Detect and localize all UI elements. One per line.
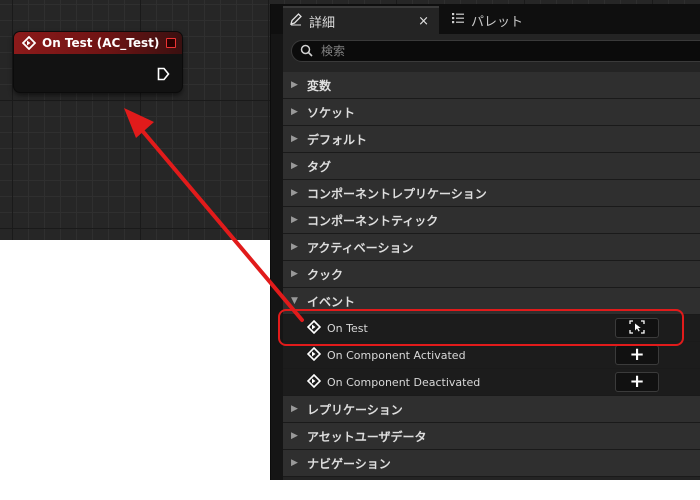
expand-arrow-icon: ▶ [291, 161, 298, 171]
plus-icon: + [629, 344, 645, 365]
go-to-node-button[interactable] [615, 318, 659, 338]
expand-arrow-icon: ▶ [291, 107, 298, 117]
plus-icon: + [629, 371, 645, 392]
tab-details-label: 詳細 [309, 15, 336, 31]
list-icon [451, 11, 465, 29]
event-node-header[interactable]: On Test (AC_Test) [14, 32, 182, 54]
collapse-arrow-icon: ▼ [291, 296, 298, 306]
property-rows: ▶ 変数 ▶ ソケット ▶ デフォルト ▶ タグ ▶ コンポーネントレプリケーシ… [283, 72, 700, 477]
tab-palette[interactable]: パレット [443, 6, 523, 34]
close-tab-button[interactable]: × [418, 14, 429, 29]
category-events[interactable]: ▼ イベント [283, 288, 700, 315]
tab-bar: 詳細 × パレット [271, 4, 700, 34]
event-row-on-test[interactable]: On Test [283, 315, 700, 342]
category-navigation[interactable]: ▶ ナビゲーション [283, 450, 700, 477]
search-box[interactable] [291, 40, 700, 62]
tab-palette-label: パレット [471, 14, 524, 30]
expand-arrow-icon: ▶ [291, 431, 298, 441]
go-to-node-icon [629, 319, 645, 337]
category-tags[interactable]: ▶ タグ [283, 153, 700, 180]
expand-arrow-icon: ▶ [291, 134, 298, 144]
event-icon [306, 373, 322, 391]
expand-arrow-icon: ▶ [291, 188, 298, 198]
delegate-pin-icon[interactable] [166, 38, 176, 48]
pencil-icon [289, 12, 303, 30]
category-variables[interactable]: ▶ 変数 [283, 72, 700, 99]
category-activation[interactable]: ▶ アクティベーション [283, 234, 700, 261]
expand-arrow-icon: ▶ [291, 242, 298, 252]
details-body: ▶ 変数 ▶ ソケット ▶ デフォルト ▶ タグ ▶ コンポーネントレプリケーシ… [283, 34, 700, 480]
category-cook[interactable]: ▶ クック [283, 261, 700, 288]
exec-output-pin-icon[interactable] [157, 66, 170, 85]
search-input[interactable] [319, 43, 700, 59]
details-panel: 詳細 × パレット 検索 ▶ 変数 ▶ ソケット ▶ デフォルト ▶ タグ ▶ … [270, 4, 700, 480]
event-icon [306, 319, 322, 337]
category-defaults[interactable]: ▶ デフォルト [283, 126, 700, 153]
tab-details[interactable]: 詳細 × [283, 6, 439, 34]
category-component-replication[interactable]: ▶ コンポーネントレプリケーション [283, 180, 700, 207]
event-icon [22, 36, 36, 50]
add-event-button[interactable]: + [615, 372, 659, 392]
add-event-button[interactable]: + [615, 345, 659, 365]
event-row-on-component-deactivated[interactable]: On Component Deactivated + [283, 369, 700, 396]
category-sockets[interactable]: ▶ ソケット [283, 99, 700, 126]
expand-arrow-icon: ▶ [291, 215, 298, 225]
expand-arrow-icon: ▶ [291, 404, 298, 414]
event-row-on-component-activated[interactable]: On Component Activated + [283, 342, 700, 369]
expand-arrow-icon: ▶ [291, 458, 298, 468]
event-icon [306, 346, 322, 364]
search-icon [300, 42, 313, 61]
category-asset-user-data[interactable]: ▶ アセットユーザデータ [283, 423, 700, 450]
expand-arrow-icon: ▶ [291, 269, 298, 279]
event-node-on-test[interactable]: On Test (AC_Test) [14, 32, 182, 92]
event-node-title: On Test (AC_Test) [42, 36, 160, 50]
category-component-tick[interactable]: ▶ コンポーネントティック [283, 207, 700, 234]
category-replication[interactable]: ▶ レプリケーション [283, 396, 700, 423]
expand-arrow-icon: ▶ [291, 80, 298, 90]
